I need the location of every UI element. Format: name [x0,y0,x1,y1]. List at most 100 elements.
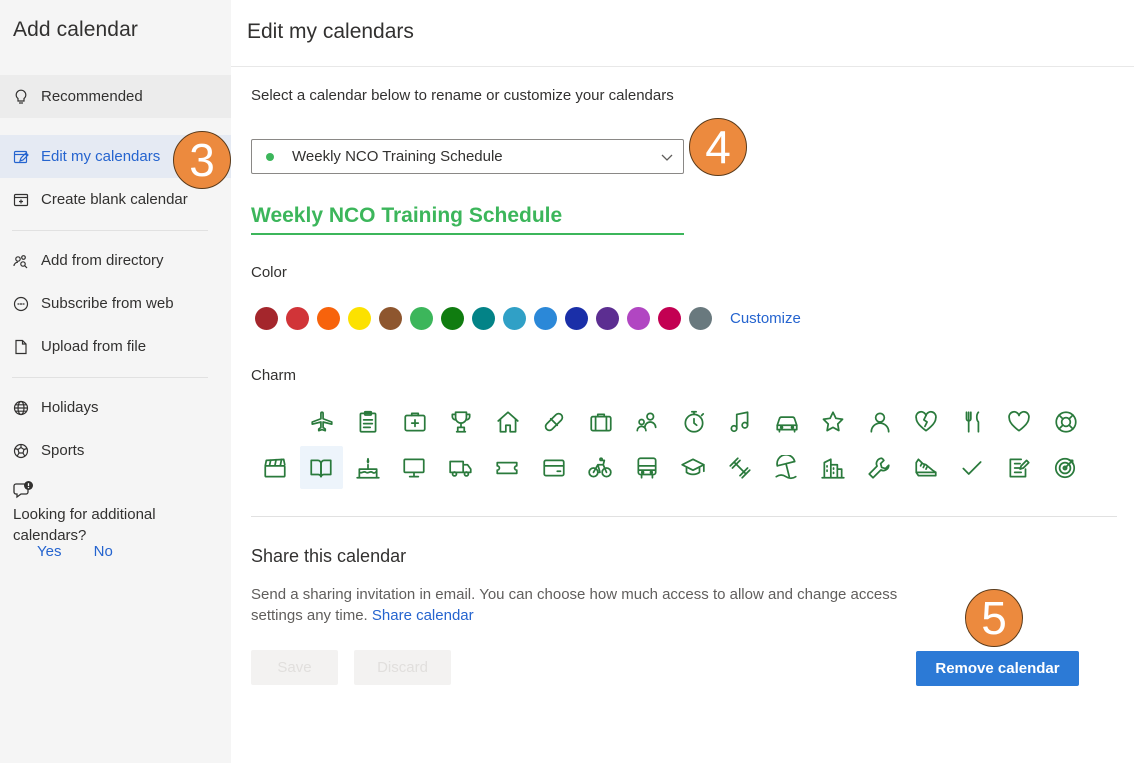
truck-icon [448,460,472,477]
feedback-section: Looking for additional calendars? [13,480,213,546]
charm-button[interactable] [765,400,808,443]
checkmark-icon [962,460,982,475]
color-swatch[interactable] [627,307,650,330]
charm-button[interactable] [346,446,389,489]
charm-button[interactable] [299,446,343,489]
feedback-yes-link[interactable]: Yes [37,543,61,560]
sidebar-item-upload-from-file[interactable]: Upload from file [0,325,231,368]
color-swatch[interactable] [410,307,433,330]
sidebar-title: Add calendar [13,18,138,41]
color-swatch[interactable] [689,307,712,330]
charm-row-1 [300,400,1091,443]
sidebar-item-add-from-directory[interactable]: Add from directory [0,239,231,282]
broken-heart-icon [915,410,937,432]
color-swatch[interactable] [379,307,402,330]
charm-button[interactable] [951,400,994,443]
charm-button[interactable] [393,446,436,489]
color-swatch[interactable] [596,307,619,330]
monitor-icon [403,457,425,478]
sidebar-item-sports[interactable]: Sports [0,429,231,472]
feedback-no-link[interactable]: No [94,543,113,560]
charm-button[interactable] [253,446,296,489]
sidebar-item-label: Upload from file [41,338,147,355]
charm-button[interactable] [951,446,994,489]
bus-icon [636,456,657,479]
sidebar-item-holidays[interactable]: Holidays [0,386,231,429]
step-callout-5: 5 [965,589,1023,647]
charm-button[interactable] [765,446,808,489]
share-description-text: Send a sharing invitation in email. You … [251,586,898,624]
color-swatch[interactable] [658,307,681,330]
stopwatch-icon [683,410,704,433]
remove-calendar-button[interactable]: Remove calendar [916,651,1079,686]
charm-button[interactable] [998,400,1041,443]
first-aid-icon [403,411,426,432]
globe-icon [12,399,30,417]
color-swatch[interactable] [441,307,464,330]
charm-button[interactable] [440,400,483,443]
charm-button[interactable] [1044,400,1087,443]
color-swatch[interactable] [255,307,278,330]
charm-button[interactable] [579,446,622,489]
target-icon [1054,457,1076,478]
sidebar-item-recommended[interactable]: Recommended [0,75,231,118]
header-divider [231,66,1134,67]
sidebar-item-label: Subscribe from web [41,295,174,312]
sidebar-item-label: Create blank calendar [41,191,188,208]
charm-button[interactable] [812,400,855,443]
charm-button[interactable] [439,446,482,489]
calendar-add-icon [12,191,30,209]
color-swatch[interactable] [503,307,526,330]
color-swatch[interactable] [348,307,371,330]
charm-button[interactable] [997,446,1040,489]
sidebar-item-label: Recommended [41,88,143,105]
color-swatch[interactable] [472,307,495,330]
color-swatch[interactable] [534,307,557,330]
trophy-icon [451,410,471,433]
sidebar-item-label: Edit my calendars [41,148,161,165]
charm-button[interactable] [486,400,529,443]
feedback-question: Looking for additional calendars? [13,506,156,544]
people-search-icon [12,252,30,270]
charm-button[interactable] [672,400,715,443]
charm-button[interactable] [532,446,575,489]
charm-button[interactable] [625,446,668,489]
charm-button[interactable] [1044,446,1087,489]
charm-button[interactable] [579,400,622,443]
calendar-name-input[interactable] [251,198,684,235]
pill-icon [544,412,564,431]
lightbulb-icon [12,88,30,106]
charm-button[interactable] [858,446,901,489]
charm-button[interactable] [486,446,529,489]
color-swatch[interactable] [317,307,340,330]
book-icon [310,459,332,478]
charm-button[interactable] [905,400,948,443]
save-button[interactable]: Save [251,650,338,685]
graduation-cap-icon [681,457,705,475]
discard-button[interactable]: Discard [354,650,451,685]
sidebar-separator [12,230,208,231]
color-swatch[interactable] [286,307,309,330]
customize-color-link[interactable]: Customize [730,310,801,327]
music-note-icon [730,410,749,432]
charm-button[interactable] [719,400,762,443]
charm-button[interactable] [626,400,669,443]
charm-button[interactable] [533,400,576,443]
buildings-icon [820,457,845,479]
charm-button[interactable] [393,400,436,443]
color-swatch[interactable] [565,307,588,330]
charm-button[interactable] [811,446,854,489]
sidebar-item-label: Sports [41,442,85,459]
calendar-select-dropdown[interactable]: Weekly NCO Training Schedule [251,139,684,174]
home-icon [496,410,519,433]
charm-button[interactable] [347,400,390,443]
charm-button[interactable] [718,446,761,489]
sidebar-item-subscribe-from-web[interactable]: Subscribe from web [0,282,231,325]
charm-button[interactable] [904,446,947,489]
calendar-select-value: Weekly NCO Training Schedule [292,148,503,165]
charm-button[interactable] [300,400,343,443]
share-calendar-link[interactable]: Share calendar [372,607,474,624]
charm-button[interactable] [672,446,715,489]
instruction-text: Select a calendar below to rename or cus… [251,87,674,104]
charm-button[interactable] [858,400,901,443]
